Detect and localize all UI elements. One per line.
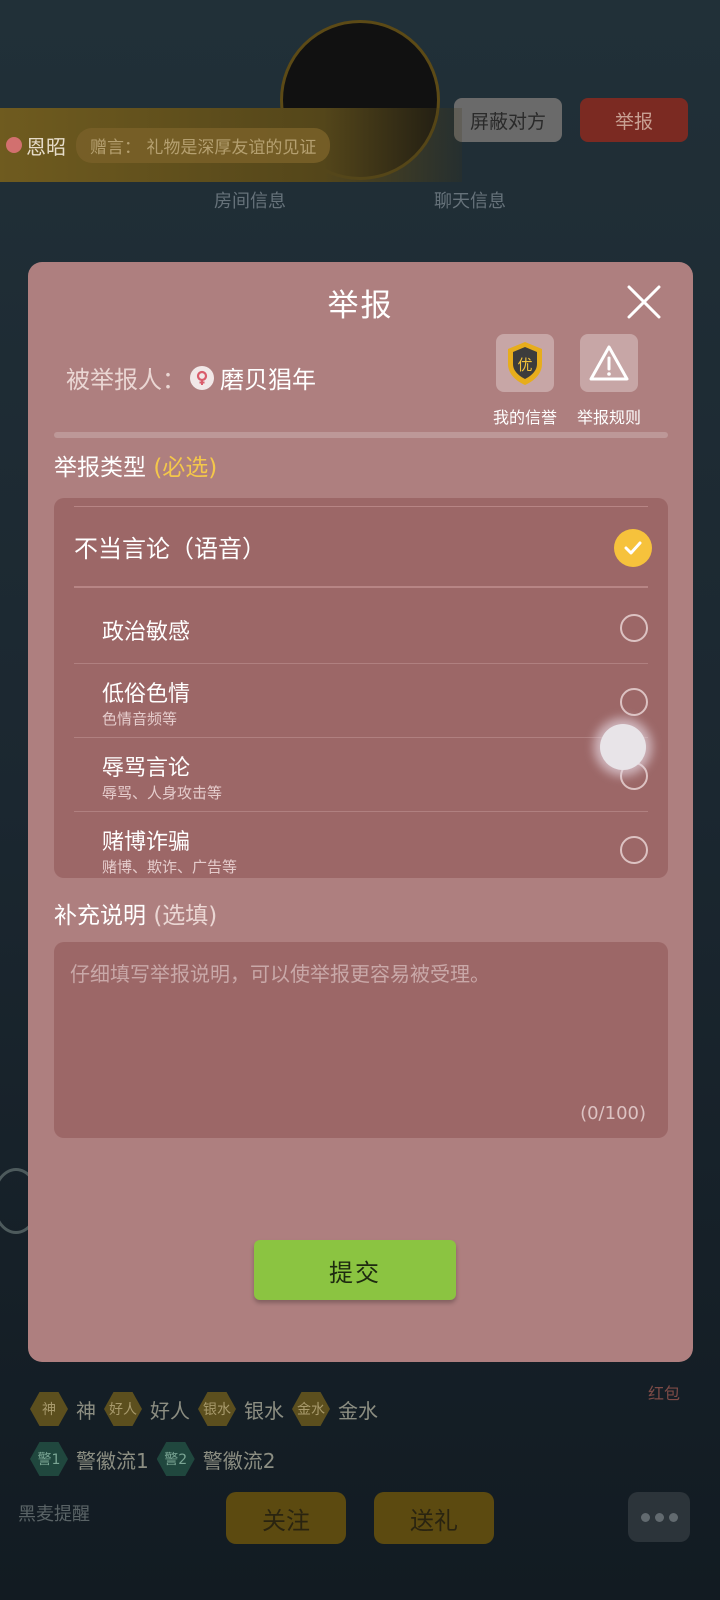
required-hint: (必选): [153, 455, 218, 481]
female-icon: [190, 365, 214, 390]
badge-text: 警徽流2: [202, 1448, 276, 1473]
gift-message: 赠言： 礼物是深厚友谊的见证: [76, 127, 331, 163]
radio-button[interactable]: [620, 688, 648, 716]
reported-user-name: 磨贝猖年: [220, 366, 316, 394]
option-desc: 赌博、欺诈、广告等: [102, 858, 238, 876]
badge-hex: 警2: [156, 1442, 195, 1476]
option-abusive-speech[interactable]: 辱骂言论 辱骂、人身攻击等: [74, 738, 648, 812]
credit-shield-icon: 优: [508, 342, 542, 385]
radio-button[interactable]: [620, 836, 648, 864]
option-political-sensitive[interactable]: 政治敏感: [74, 590, 648, 664]
credit-badge-text: 优: [517, 356, 532, 374]
category-label: 不当言论（语音）: [74, 535, 266, 563]
char-counter: (0/100): [580, 1103, 646, 1124]
radio-button[interactable]: [620, 614, 648, 642]
report-header-button: 举报: [580, 98, 688, 142]
badge-text: 神: [76, 1398, 96, 1423]
submit-button[interactable]: 提交: [254, 1240, 456, 1300]
more-icon: [628, 1492, 690, 1542]
send-gift-button: 送礼: [374, 1492, 494, 1544]
report-dialog: 举报 被举报人： 磨贝猖年 优 我的信誉 举报规则 举报类型 (必选) 不当言论…: [28, 262, 693, 1362]
badge-row: 神 神 好人 好人 银水 银水 金水 金水: [30, 1392, 378, 1426]
dialog-title: 举报: [327, 288, 394, 324]
note-textarea[interactable]: 仔细填写举报说明，可以使举报更容易被受理。 (0/100): [54, 942, 668, 1138]
touch-indicator: [600, 724, 646, 770]
badge-text: 好人: [150, 1398, 190, 1423]
report-rules-button[interactable]: [580, 334, 638, 392]
option-title: 赌博诈骗: [102, 830, 191, 855]
category-improper-speech[interactable]: 不当言论（语音）: [74, 506, 652, 588]
note-placeholder: 仔细填写举报说明，可以使举报更容易被受理。: [70, 962, 490, 986]
reported-user-label: 被举报人：: [66, 366, 186, 394]
option-title: 低俗色情: [102, 682, 191, 707]
option-gambling-fraud[interactable]: 赌博诈骗 赌博、欺诈、广告等: [74, 812, 648, 878]
female-icon: [6, 137, 22, 153]
report-type-panel: 不当言论（语音） 政治敏感 低俗色情 色情音频等 辱骂言论 辱骂、人身攻击等 赌…: [54, 498, 668, 878]
badge-row: 警1 警徽流1 警2 警徽流2: [30, 1442, 275, 1476]
my-credit-button[interactable]: 优: [496, 334, 554, 392]
report-type-label: 举报类型 (必选): [54, 455, 218, 481]
badge-hex: 警1: [30, 1442, 68, 1476]
follow-button: 关注: [226, 1492, 346, 1544]
badge-text: 金水: [338, 1398, 378, 1423]
room-tabs: 房间信息 聊天信息: [140, 180, 580, 220]
tab-room-info: 房间信息: [214, 191, 286, 212]
tab-chat-info: 聊天信息: [434, 191, 506, 212]
close-icon[interactable]: [624, 282, 664, 322]
badge-hex: 好人: [104, 1392, 142, 1426]
note-label: 补充说明 (选填): [54, 903, 218, 929]
option-desc: 辱骂、人身攻击等: [102, 784, 223, 802]
checkmark-icon: [614, 529, 652, 567]
report-rules-caption: 举报规则: [576, 408, 641, 427]
gift-sender: 恩昭: [6, 131, 66, 160]
option-desc: 色情音频等: [102, 710, 178, 728]
warning-icon: [589, 345, 629, 381]
badge-hex: 金水: [292, 1392, 330, 1426]
badge-hex: 银水: [198, 1392, 236, 1426]
option-title: 辱骂言论: [102, 756, 191, 781]
badge-text: 银水: [244, 1398, 284, 1423]
red-packet-label: 红包: [648, 1384, 681, 1403]
option-vulgar-porn[interactable]: 低俗色情 色情音频等: [74, 664, 648, 738]
gift-banner: 恩昭 赠言： 礼物是深厚友谊的见证: [0, 108, 462, 182]
mic-reminder-label: 黑麦提醒: [18, 1504, 90, 1525]
option-title: 政治敏感: [102, 620, 191, 645]
divider: [54, 432, 668, 438]
badge-text: 警徽流1: [76, 1448, 149, 1473]
shield-user-button: 屏蔽对方: [454, 98, 562, 142]
reported-user: 被举报人： 磨贝猖年: [66, 360, 316, 395]
badge-hex: 神: [30, 1392, 68, 1426]
optional-hint: (选填): [153, 903, 218, 929]
